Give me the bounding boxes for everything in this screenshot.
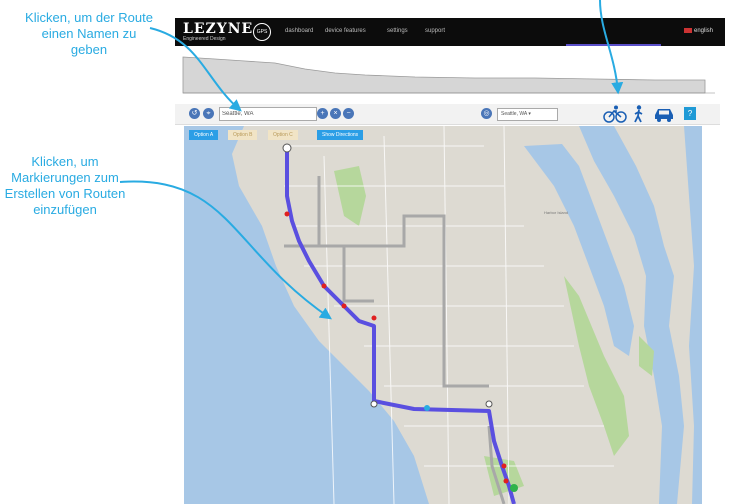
gps-badge-icon: GPS	[253, 23, 271, 41]
nav-support[interactable]: support	[425, 28, 445, 34]
walk-icon[interactable]	[632, 105, 646, 123]
help-button[interactable]: ?	[684, 107, 696, 120]
option-a-button[interactable]: Option A	[189, 130, 219, 140]
elevation-chart	[182, 56, 715, 94]
undo-icon[interactable]: ↺	[189, 108, 200, 119]
bike-icon[interactable]	[603, 105, 627, 123]
clear-icon[interactable]: ×	[330, 108, 341, 119]
map-canvas[interactable]: Harbor Island	[184, 126, 702, 504]
annotation-add-markers: Klicken, um Markierungen zum Erstellen v…	[4, 154, 126, 217]
zoom-out-icon[interactable]: −	[343, 108, 354, 119]
nav-settings[interactable]: settings	[387, 28, 408, 34]
route-name-input[interactable]	[219, 107, 317, 121]
nav-dashboard[interactable]: dashboard	[285, 28, 313, 34]
header-accent-stripe	[566, 44, 661, 46]
location-select-value: Seattle, WA	[501, 111, 527, 117]
show-directions-button[interactable]: Show Directions	[317, 130, 364, 140]
brand-tagline: Engineered Design	[183, 36, 226, 42]
annotation-name-route: Klicken, um der Route einen Namen zu geb…	[25, 10, 153, 57]
route-toolbar: ↺ ⌖ + × − ◎ Seattle, WA ▾ ?	[175, 104, 720, 125]
option-c-button[interactable]: Option C	[268, 130, 298, 140]
app-header: LEZYNE Engineered Design GPS dashboard d…	[175, 18, 725, 46]
nav-device-features[interactable]: device features	[325, 28, 366, 34]
car-icon[interactable]	[653, 105, 675, 123]
zoom-in-icon[interactable]: +	[317, 108, 328, 119]
svg-text:Harbor Island: Harbor Island	[544, 210, 568, 215]
compass-icon[interactable]: ⌖	[203, 108, 214, 119]
location-select[interactable]: Seattle, WA ▾	[497, 108, 558, 121]
brand-logo[interactable]: LEZYNE	[183, 21, 253, 37]
flag-icon	[683, 28, 692, 33]
location-icon[interactable]: ◎	[481, 108, 492, 119]
language-selector[interactable]: english	[683, 28, 713, 35]
option-b-button[interactable]: Option B	[228, 130, 258, 140]
language-label: english	[693, 28, 713, 35]
elevation-profile	[175, 47, 725, 95]
route-map[interactable]: Harbor Island Option A Option B Option C…	[184, 126, 702, 504]
